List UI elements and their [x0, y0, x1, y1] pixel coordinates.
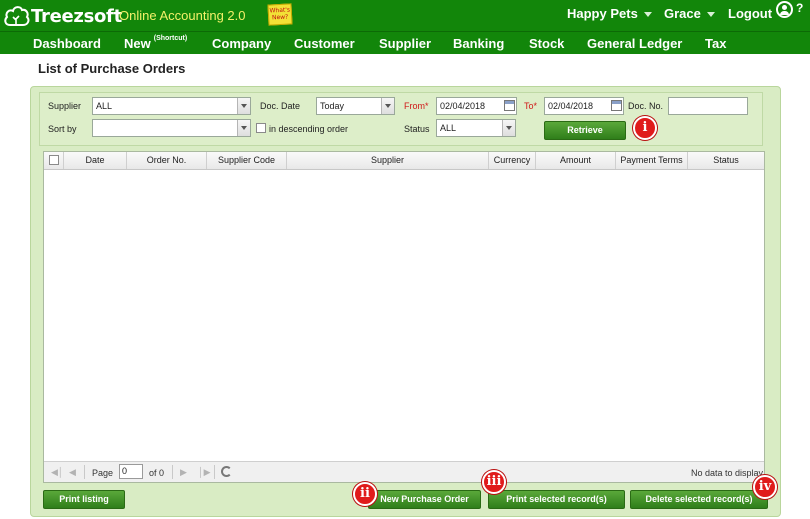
col-amount[interactable]: Amount [536, 152, 616, 169]
col-supplier-code[interactable]: Supplier Code [207, 152, 287, 169]
logout-link[interactable]: Logout [728, 6, 772, 21]
calendar-icon[interactable] [611, 100, 622, 111]
col-status[interactable]: Status [688, 152, 764, 169]
nav-general-ledger[interactable]: General Ledger [587, 36, 682, 51]
chevron-down-icon[interactable] [381, 98, 394, 114]
nav-dashboard[interactable]: Dashboard [33, 36, 101, 51]
nav-tax[interactable]: Tax [705, 36, 726, 51]
col-order-no[interactable]: Order No. [127, 152, 207, 169]
status-value: ALL [440, 123, 457, 133]
annotation-badge-i: i [633, 116, 657, 140]
doc-date-label: Doc. Date [260, 101, 301, 111]
doc-date-select[interactable]: Today [316, 97, 395, 115]
status-select[interactable]: ALL [436, 119, 516, 137]
first-page-icon[interactable]: ◀│ [51, 467, 64, 478]
doc-date-value: Today [320, 101, 345, 111]
from-date-input[interactable]: 02/04/2018 [436, 97, 517, 115]
user-settings-icon[interactable] [776, 1, 793, 18]
refresh-icon[interactable] [221, 466, 232, 477]
chevron-down-icon[interactable] [237, 98, 250, 114]
chevron-down-icon [643, 12, 652, 17]
col-supplier[interactable]: Supplier [287, 152, 489, 169]
logo[interactable]: Treezsoft [4, 4, 122, 28]
doc-no-input[interactable] [668, 97, 748, 115]
supplier-select[interactable]: ALL [92, 97, 251, 115]
to-label-text: To [524, 101, 534, 111]
descending-checkbox[interactable] [256, 123, 266, 133]
col-currency[interactable]: Currency [489, 152, 536, 169]
empty-message: No data to display [691, 468, 764, 478]
last-page-icon[interactable]: │▶ [198, 467, 211, 478]
to-date-input[interactable]: 02/04/2018 [544, 97, 624, 115]
delete-selected-button[interactable]: Delete selected record(s) [630, 490, 768, 509]
company-selector[interactable]: Happy Pets [567, 6, 652, 21]
status-label: Status [404, 124, 430, 134]
col-payment-terms[interactable]: Payment Terms [616, 152, 688, 169]
print-listing-button[interactable]: Print listing [43, 490, 125, 509]
brand-name: Treezsoft [31, 5, 122, 27]
page-label: Page [92, 468, 114, 478]
calendar-icon[interactable] [504, 100, 515, 111]
required-mark: * [425, 101, 429, 111]
chevron-down-icon [706, 12, 715, 17]
col-date[interactable]: Date [64, 152, 127, 169]
doc-no-label: Doc. No. [628, 101, 664, 111]
nav-supplier[interactable]: Supplier [379, 36, 431, 51]
chevron-down-icon[interactable] [502, 120, 515, 136]
purchase-orders-grid: Date Order No. Supplier Code Supplier Cu… [43, 151, 765, 483]
retrieve-button[interactable]: Retrieve [544, 121, 626, 140]
tree-logo-icon [4, 6, 30, 26]
page-title: List of Purchase Orders [38, 61, 186, 76]
nav-company[interactable]: Company [212, 36, 271, 51]
supplier-value: ALL [96, 101, 113, 111]
descending-label: in descending order [269, 124, 349, 134]
grid-header: Date Order No. Supplier Code Supplier Cu… [44, 152, 764, 170]
user-menu[interactable]: Grace [664, 6, 715, 21]
sort-by-label: Sort by [48, 124, 77, 134]
nav-new[interactable]: New (Shortcut) [124, 35, 188, 51]
toolbar-separator [214, 465, 215, 479]
nav-stock[interactable]: Stock [529, 36, 564, 51]
whats-new-note[interactable]: What's New? [267, 3, 293, 26]
nav-banking[interactable]: Banking [453, 36, 504, 51]
nav-new-label: New [124, 36, 151, 51]
sort-by-select[interactable] [92, 119, 251, 137]
to-label: To* [524, 101, 537, 111]
nav-new-shortcut: (Shortcut) [153, 35, 188, 42]
to-date-value: 02/04/2018 [548, 101, 594, 111]
select-all-checkbox[interactable] [49, 155, 59, 165]
print-selected-button[interactable]: Print selected record(s) [488, 490, 625, 509]
page-number-input[interactable]: 0 [119, 464, 143, 479]
from-label: From* [404, 101, 429, 111]
new-purchase-order-button[interactable]: New Purchase Order [368, 490, 481, 509]
nav-customer[interactable]: Customer [294, 36, 355, 51]
toolbar-separator [172, 465, 173, 479]
annotation-badge-iv: iv [753, 475, 777, 499]
top-header: Treezsoft Online Accounting 2.0 What's N… [0, 0, 810, 31]
toolbar-separator [84, 465, 85, 479]
chevron-down-icon[interactable] [237, 120, 250, 136]
annotation-badge-iii: iii [482, 470, 506, 494]
next-page-icon[interactable]: ▶ [180, 467, 187, 478]
help-icon[interactable]: ? [796, 1, 803, 15]
company-name: Happy Pets [567, 6, 638, 21]
prev-page-icon[interactable]: ◀ [69, 467, 76, 478]
required-mark: * [533, 101, 538, 111]
pagination-toolbar: ◀│ ◀ Page 0 of 0 ▶ │▶ No data to display [44, 461, 764, 482]
product-name: Online Accounting 2.0 [119, 8, 246, 23]
logout-label: Logout [728, 6, 773, 21]
from-date-value: 02/04/2018 [440, 101, 486, 111]
select-all-cell [44, 152, 64, 169]
user-name: Grace [664, 6, 701, 21]
from-label-text: From [404, 101, 425, 111]
main-nav: Dashboard New (Shortcut) Company Customer… [0, 31, 810, 54]
annotation-badge-ii: ii [353, 482, 377, 506]
supplier-label: Supplier [48, 101, 82, 111]
page-count: of 0 [149, 468, 165, 478]
